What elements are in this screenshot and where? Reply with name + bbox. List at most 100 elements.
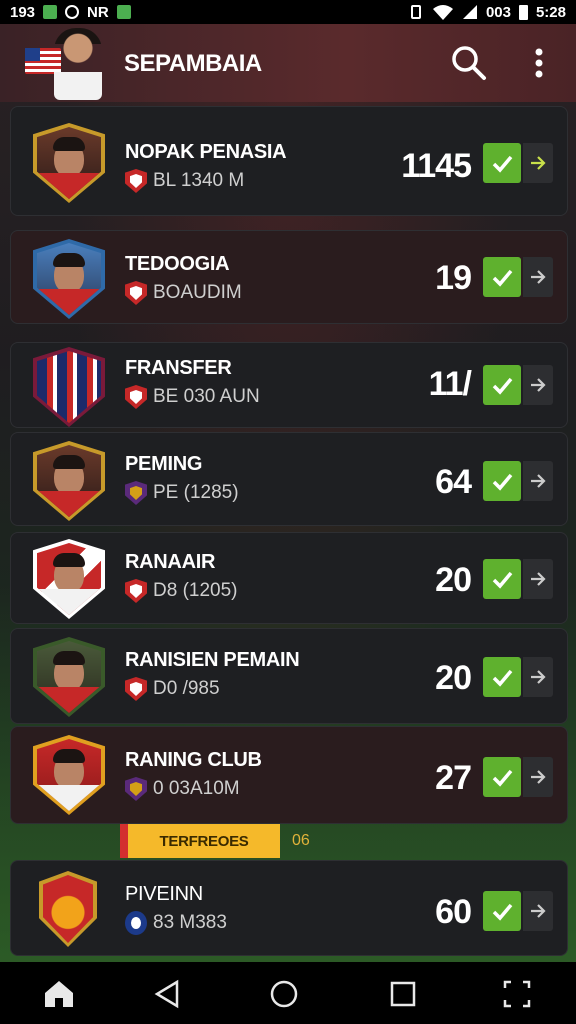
club-badge-icon <box>125 677 147 701</box>
search-icon[interactable] <box>450 44 488 82</box>
confirm-button[interactable] <box>483 559 521 599</box>
club-crest-icon <box>39 871 97 947</box>
player-name: FRANSFER <box>125 357 232 379</box>
player-score: 60 <box>435 893 472 931</box>
player-score: 20 <box>435 659 472 697</box>
confirm-button[interactable] <box>483 891 521 931</box>
club-badge-icon <box>125 579 147 603</box>
check-icon <box>492 903 513 921</box>
confirm-button[interactable] <box>483 657 521 697</box>
open-button[interactable] <box>523 461 553 501</box>
app-header: SEPAMBAIA <box>0 24 576 102</box>
status-carrier: NR <box>87 3 109 21</box>
recents-icon[interactable] <box>386 977 420 1011</box>
list-item[interactable]: NOPAK PENASIA BL 1340 M 1145 <box>10 106 568 216</box>
player-club-label: D8 (1205) <box>153 580 238 601</box>
signal-icon <box>462 5 477 19</box>
section-tab[interactable]: TERFREOES <box>120 824 280 858</box>
arrow-right-icon <box>531 474 546 488</box>
player-club-label: BOAUDIM <box>153 282 242 303</box>
back-icon[interactable] <box>150 977 184 1011</box>
list-item[interactable]: RANISIEN PEMAIN D0 /985 20 <box>10 628 568 724</box>
home-icon[interactable] <box>42 977 76 1011</box>
club-crest-icon <box>33 347 105 427</box>
check-icon <box>492 473 513 491</box>
status-network: 003 <box>485 3 511 21</box>
player-club: BE 030 AUN <box>125 385 260 409</box>
list-item[interactable]: PIVEINN 83 M383 60 <box>10 860 568 956</box>
player-club: PE (1285) <box>125 481 239 505</box>
player-score: 11/ <box>428 365 472 403</box>
confirm-button[interactable] <box>483 365 521 405</box>
section-count: 06 <box>292 832 310 849</box>
status-time: 5:28 <box>535 3 566 21</box>
club-badge-icon <box>125 281 147 305</box>
club-badge-icon <box>125 777 147 801</box>
open-button[interactable] <box>523 559 553 599</box>
player-club: D8 (1205) <box>125 579 238 603</box>
confirm-button[interactable] <box>483 143 521 183</box>
list-item[interactable]: TEDOOGIA BOAUDIM 19 <box>10 230 568 324</box>
profile-avatar[interactable] <box>54 28 102 100</box>
battery-icon <box>518 4 528 20</box>
player-name: NOPAK PENASIA <box>125 141 287 163</box>
player-score: 1145 <box>401 147 472 185</box>
player-avatar <box>33 735 105 815</box>
open-button[interactable] <box>523 257 553 297</box>
player-score: 20 <box>435 561 472 599</box>
arrow-right-icon <box>531 270 546 284</box>
arrow-right-icon <box>531 670 546 684</box>
arrow-right-icon <box>531 378 546 392</box>
shield-icon <box>116 5 131 19</box>
player-club: 83 M383 <box>125 911 227 935</box>
arrow-right-icon <box>531 770 546 784</box>
club-badge-icon <box>125 169 147 193</box>
player-name: PIVEINN <box>125 883 203 905</box>
player-avatar <box>33 441 105 521</box>
check-icon <box>492 269 513 287</box>
player-club: D0 /985 <box>125 677 220 701</box>
player-club-label: BL 1340 M <box>153 170 245 191</box>
player-name: RANAAIR <box>125 551 216 573</box>
open-button[interactable] <box>523 143 553 183</box>
check-icon <box>492 769 513 787</box>
confirm-button[interactable] <box>483 461 521 501</box>
vibrate-icon <box>410 5 421 19</box>
list-item[interactable]: PEMING PE (1285) 64 <box>10 432 568 526</box>
player-club-label: 83 M383 <box>153 912 227 933</box>
player-club: BL 1340 M <box>125 169 244 193</box>
player-name: TEDOOGIA <box>125 253 230 275</box>
open-button[interactable] <box>523 657 553 697</box>
more-vert-icon[interactable] <box>524 44 554 82</box>
list-item[interactable]: FRANSFER BE 030 AUN 11/ <box>10 342 568 428</box>
check-icon <box>492 155 513 173</box>
status-left-text: 193 <box>10 3 36 21</box>
open-button[interactable] <box>523 365 553 405</box>
wifi-icon <box>432 5 453 20</box>
player-club-label: BE 030 AUN <box>153 386 260 407</box>
open-button[interactable] <box>523 757 553 797</box>
status-bar: 193 NR 003 5:28 <box>0 0 576 24</box>
player-name: RANISIEN PEMAIN <box>125 649 300 671</box>
whatsapp-icon <box>43 5 58 19</box>
screenshot-icon[interactable] <box>500 977 534 1011</box>
confirm-button[interactable] <box>483 257 521 297</box>
home-circle-icon[interactable] <box>267 977 301 1011</box>
check-icon <box>492 571 513 589</box>
player-avatar <box>33 123 105 203</box>
player-score: 27 <box>435 759 472 797</box>
arrow-right-icon <box>531 156 546 170</box>
open-button[interactable] <box>523 891 553 931</box>
club-badge-icon <box>125 385 147 409</box>
player-club: BOAUDIM <box>125 281 242 305</box>
confirm-button[interactable] <box>483 757 521 797</box>
player-club-label: D0 /985 <box>153 678 220 699</box>
page-title: SEPAMBAIA <box>124 50 262 77</box>
arrow-right-icon <box>531 572 546 586</box>
list-item[interactable]: RANAAIR D8 (1205) 20 <box>10 532 568 624</box>
player-score: 19 <box>435 259 472 297</box>
system-nav-bar <box>0 962 576 1024</box>
player-club-label: 0 03A10M <box>153 778 240 799</box>
list-item[interactable]: RANING CLUB 0 03A10M 27 <box>10 726 568 824</box>
player-avatar <box>33 637 105 717</box>
